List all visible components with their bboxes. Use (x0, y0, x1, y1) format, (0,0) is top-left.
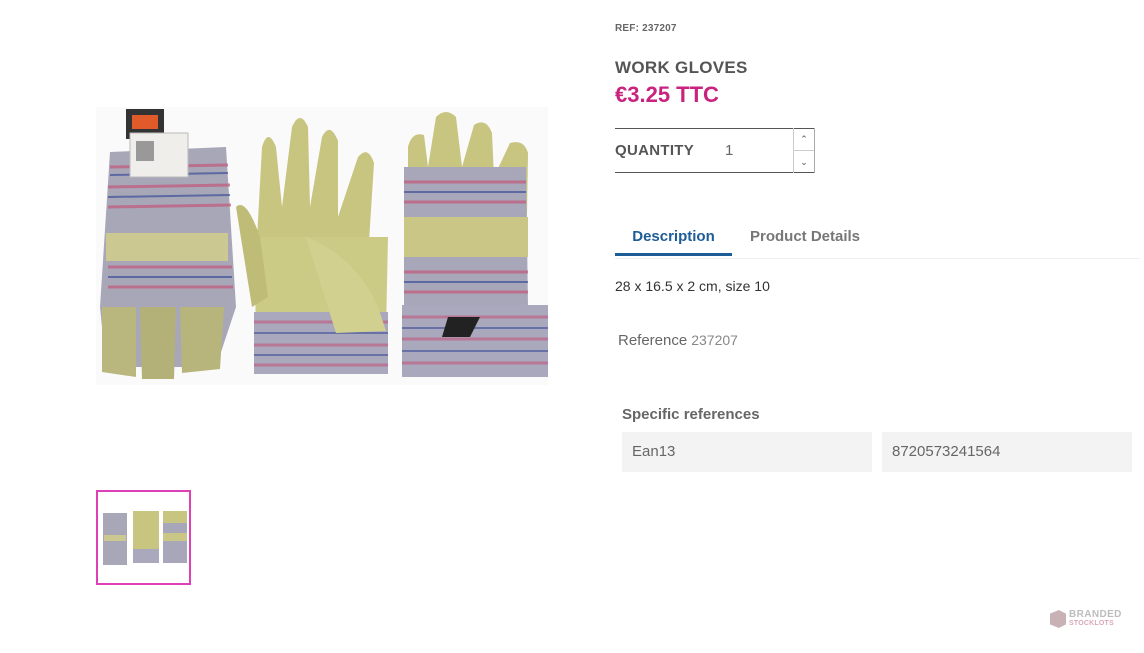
tab-description[interactable]: Description (615, 228, 732, 256)
gloves-illustration (100, 109, 548, 379)
brand-line2: STOCKLOTS (1069, 620, 1114, 627)
glove-packaged-image (100, 109, 236, 379)
product-title: WORK GLOVES (615, 58, 748, 77)
product-tabs: Description Product Details (615, 218, 1140, 259)
brand-logo-icon (1050, 610, 1066, 628)
quantity-label: QUANTITY (615, 142, 695, 159)
reference-label: Reference (618, 332, 688, 349)
quantity-stepper: ⌃ ⌄ (793, 128, 815, 173)
gloves-thumbnail-image (102, 510, 187, 565)
glove-back-image (402, 112, 548, 377)
tab-product-details[interactable]: Product Details (750, 228, 860, 256)
reference-row: Reference 237207 (618, 332, 738, 349)
quantity-input[interactable] (719, 138, 785, 162)
reference-value: 237207 (691, 332, 738, 348)
specific-references-title: Specific references (622, 406, 760, 423)
spec-value-cell: 8720573241564 (882, 432, 1132, 472)
glove-palm-image (236, 118, 388, 374)
product-thumbnail[interactable] (96, 490, 191, 585)
description-text: 28 x 16.5 x 2 cm, size 10 (615, 278, 770, 294)
chevron-up-icon[interactable]: ⌃ (794, 128, 814, 151)
product-price: €3.25 TTC (615, 82, 719, 107)
chevron-down-icon[interactable]: ⌄ (794, 151, 814, 173)
brand-watermark: BRANDED STOCKLOTS (1050, 607, 1128, 631)
spec-name-cell: Ean13 (622, 432, 872, 472)
product-reference-code: REF: 237207 (615, 23, 677, 34)
brand-line1: BRANDED (1069, 609, 1122, 620)
quantity-selector: QUANTITY ⌃ ⌄ (615, 128, 815, 173)
product-main-image[interactable] (96, 107, 548, 385)
